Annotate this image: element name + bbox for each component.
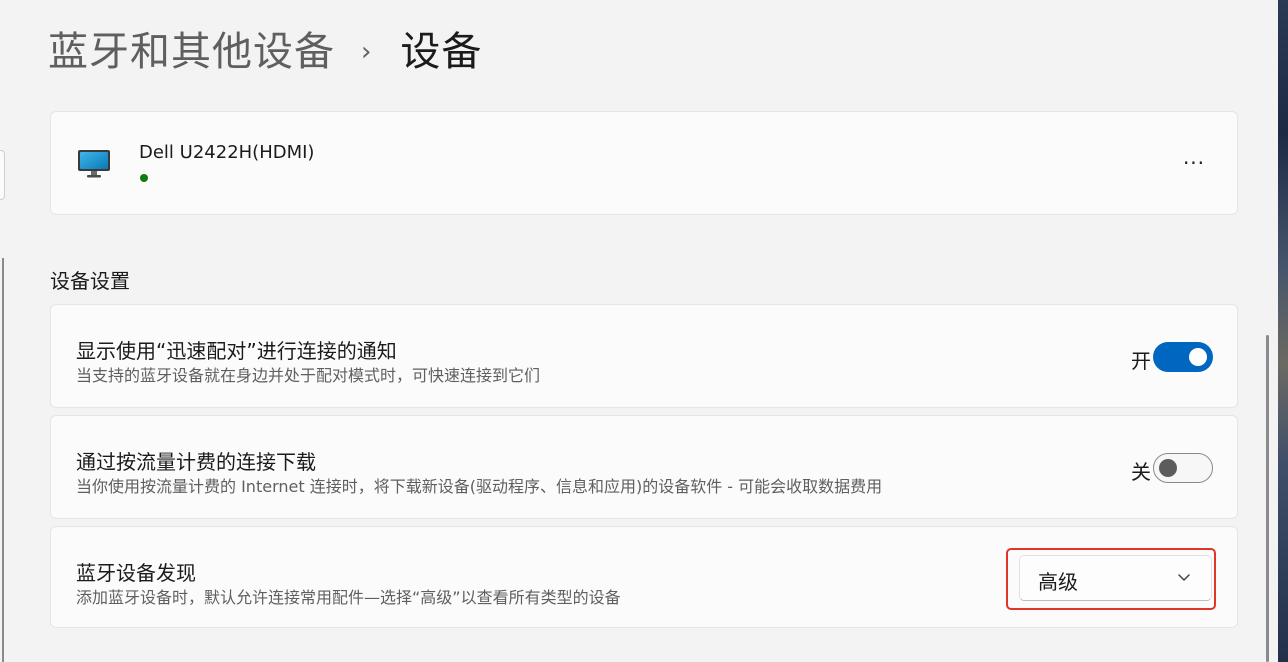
setting-description: 当你使用按流量计费的 Internet 连接时，将下载新设备(驱动程序、信息和应… (76, 477, 883, 496)
device-name: Dell U2422H(HDMI) (139, 142, 315, 163)
setting-metered-download: 通过按流量计费的连接下载 当你使用按流量计费的 Internet 连接时，将下载… (50, 415, 1238, 519)
discovery-mode-dropdown[interactable]: 高级 (1019, 555, 1212, 601)
connected-status-dot (140, 174, 148, 182)
scrollbar[interactable] (1266, 335, 1269, 662)
setting-description: 当支持的蓝牙设备就在身边并处于配对模式时，可快速连接到它们 (76, 366, 541, 385)
setting-swift-pair: 显示使用“迅速配对”进行连接的通知 当支持的蓝牙设备就在身边并处于配对模式时，可… (50, 304, 1238, 408)
chevron-down-icon (1178, 574, 1190, 581)
chevron-right-icon: › (361, 37, 373, 67)
monitor-icon (78, 150, 110, 178)
nav-pane-edge[interactable] (0, 150, 5, 200)
breadcrumb-parent-link[interactable]: 蓝牙和其他设备 (48, 22, 335, 82)
section-title: 设备设置 (50, 269, 130, 293)
toggle-knob (1189, 348, 1207, 366)
desktop-wallpaper-strip (1278, 0, 1288, 662)
breadcrumb: 蓝牙和其他设备 › 设备 (48, 22, 482, 82)
dropdown-selected-value: 高级 (1038, 570, 1078, 594)
nav-pane-divider (2, 258, 4, 662)
setting-title: 显示使用“迅速配对”进行连接的通知 (76, 339, 397, 363)
toggle-knob (1159, 459, 1177, 477)
metered-download-toggle[interactable] (1153, 453, 1213, 483)
swift-pair-toggle[interactable] (1153, 342, 1213, 372)
toggle-state-label: 开 (1131, 349, 1151, 373)
setting-title: 通过按流量计费的连接下载 (76, 450, 316, 474)
settings-window: 蓝牙和其他设备 › 设备 Dell U2422H(HDMI) ··· 设备设置 … (0, 0, 1278, 662)
more-options-button[interactable]: ··· (1179, 150, 1209, 176)
device-card[interactable]: Dell U2422H(HDMI) ··· (50, 111, 1238, 215)
setting-title: 蓝牙设备发现 (76, 561, 196, 585)
toggle-state-label: 关 (1131, 460, 1151, 484)
page-title: 设备 (400, 29, 483, 75)
setting-description: 添加蓝牙设备时，默认允许连接常用配件—选择“高级”以查看所有类型的设备 (76, 588, 621, 607)
